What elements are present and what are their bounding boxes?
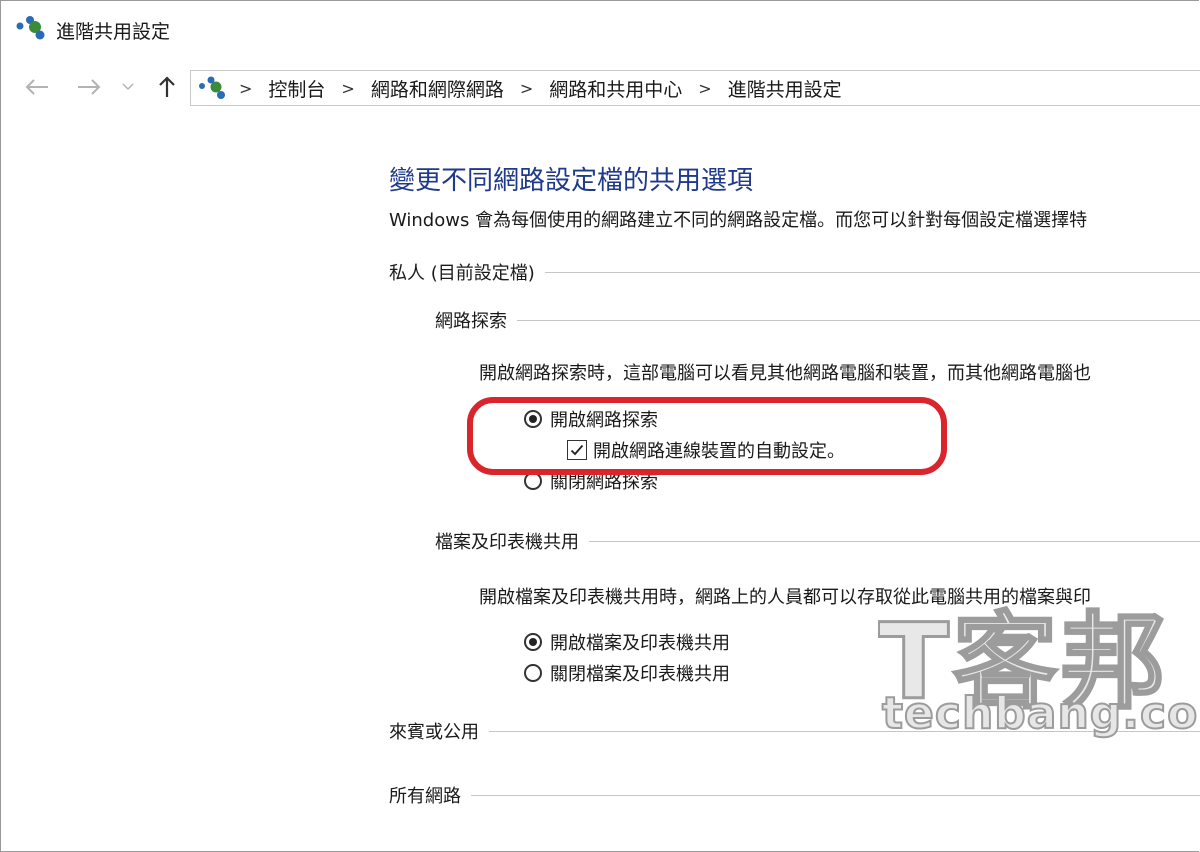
option-label: 關閉檔案及印表機共用: [550, 664, 730, 685]
title-bar: 進階共用設定: [0, 0, 1200, 58]
back-button[interactable]: [22, 72, 52, 102]
techbang-site-watermark: techbang.com: [881, 687, 1200, 740]
window-title: 進階共用設定: [56, 21, 171, 43]
address-bar[interactable]: > 控制台 > 網路和網際網路 > 網路和共用中心 > 進階共用設定: [190, 70, 1200, 106]
network-sharing-icon: [199, 76, 225, 99]
breadcrumb-separator-icon: >: [698, 78, 712, 98]
option-label: 開啟網路探索: [550, 410, 658, 431]
section-all-networks[interactable]: 所有網路: [389, 782, 1200, 808]
section-file-printer-sharing: 檔案及印表機共用: [435, 528, 1200, 554]
section-label: 私人 (目前設定檔): [389, 263, 535, 284]
radio-indicator[interactable]: [524, 664, 542, 682]
section-label: 檔案及印表機共用: [435, 532, 579, 553]
option-label: 關閉網路探索: [550, 472, 658, 493]
breadcrumb-separator-icon: >: [341, 78, 355, 98]
arrow-right-icon: [78, 79, 101, 95]
section-label: 來賓或公用: [389, 722, 479, 743]
breadcrumb-item-advanced-sharing[interactable]: 進階共用設定: [726, 75, 844, 102]
breadcrumb-item-network-internet[interactable]: 網路和網際網路: [369, 75, 506, 102]
divider: [517, 319, 1200, 321]
option-label: 開啟檔案及印表機共用: [550, 633, 730, 654]
page-title: 變更不同網路設定檔的共用選項: [389, 166, 754, 196]
radio-file-sharing-on[interactable]: 開啟檔案及印表機共用: [524, 629, 730, 655]
chevron-down-icon: [122, 83, 134, 91]
checkmark-icon: [570, 444, 584, 456]
breadcrumb-separator-icon: >: [519, 78, 534, 98]
checkbox-indicator[interactable]: [567, 440, 587, 460]
main-content: 變更不同網路設定檔的共用選項 Windows 會為每個使用的網路建立不同的網路設…: [0, 110, 1200, 852]
divider: [471, 794, 1200, 796]
navigation-bar: > 控制台 > 網路和網際網路 > 網路和共用中心 > 進階共用設定: [0, 68, 1200, 108]
divider: [544, 271, 1200, 273]
radio-network-discovery-on[interactable]: 開啟網路探索: [524, 406, 658, 432]
network-sharing-icon: [16, 16, 45, 40]
radio-indicator[interactable]: [524, 410, 542, 428]
up-button[interactable]: [152, 72, 182, 102]
recent-locations-button[interactable]: [116, 72, 140, 102]
forward-button[interactable]: [74, 72, 104, 102]
arrow-left-icon: [25, 79, 48, 95]
section-private-profile[interactable]: 私人 (目前設定檔): [389, 259, 1200, 285]
breadcrumb-item-control-panel[interactable]: 控制台: [266, 75, 327, 102]
radio-indicator[interactable]: [524, 472, 542, 490]
option-label: 開啟網路連線裝置的自動設定。: [593, 441, 845, 462]
section-label: 所有網路: [389, 786, 461, 807]
radio-file-sharing-off[interactable]: 關閉檔案及印表機共用: [524, 660, 730, 686]
breadcrumb-separator-icon: >: [239, 78, 253, 98]
breadcrumb-item-network-sharing-center[interactable]: 網路和共用中心: [547, 75, 684, 102]
page-description: Windows 會為每個使用的網路建立不同的網路設定檔。而您可以針對每個設定檔選…: [389, 210, 1088, 231]
section-network-discovery: 網路探索: [435, 307, 1200, 333]
network-discovery-description: 開啟網路探索時，這部電腦可以看見其他網路電腦和裝置，而其他網路電腦也: [479, 363, 1091, 384]
radio-indicator[interactable]: [524, 633, 542, 651]
divider: [589, 540, 1200, 542]
arrow-up-icon: [159, 76, 175, 97]
checkbox-auto-setup[interactable]: 開啟網路連線裝置的自動設定。: [567, 437, 845, 463]
breadcrumb: > 控制台 > 網路和網際網路 > 網路和共用中心 > 進階共用設定: [231, 71, 844, 105]
section-label: 網路探索: [435, 311, 507, 332]
radio-network-discovery-off[interactable]: 關閉網路探索: [524, 468, 658, 494]
